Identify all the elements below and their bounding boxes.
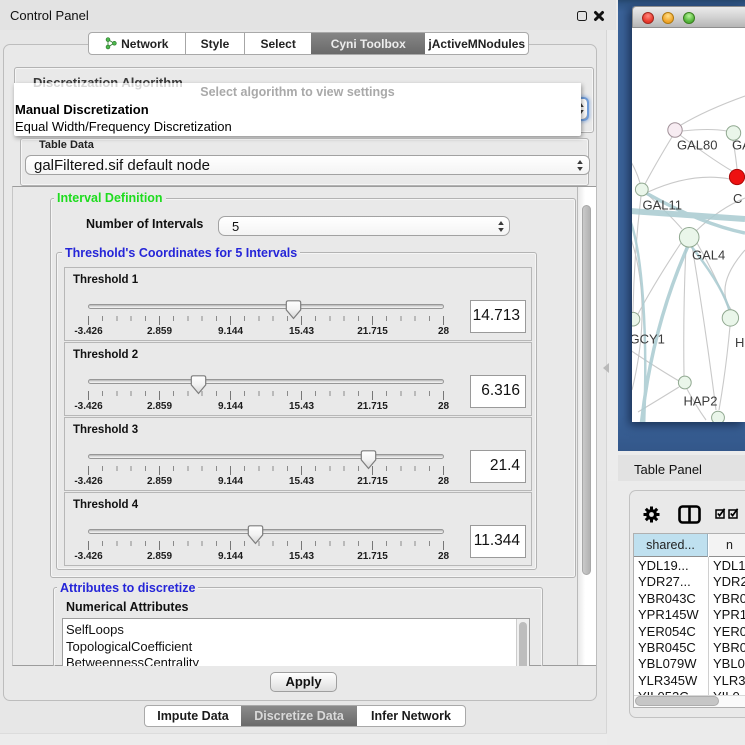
svg-text:C: C — [733, 191, 742, 206]
svg-text:GA: GA — [732, 138, 745, 153]
svg-text:GAL80: GAL80 — [677, 138, 717, 153]
svg-text:HAP2: HAP2 — [684, 394, 718, 409]
svg-text:GAL4: GAL4 — [692, 248, 725, 263]
svg-text:GCY1: GCY1 — [632, 332, 665, 347]
svg-text:GAL11: GAL11 — [643, 198, 683, 213]
svg-text:HI: HI — [735, 335, 745, 350]
